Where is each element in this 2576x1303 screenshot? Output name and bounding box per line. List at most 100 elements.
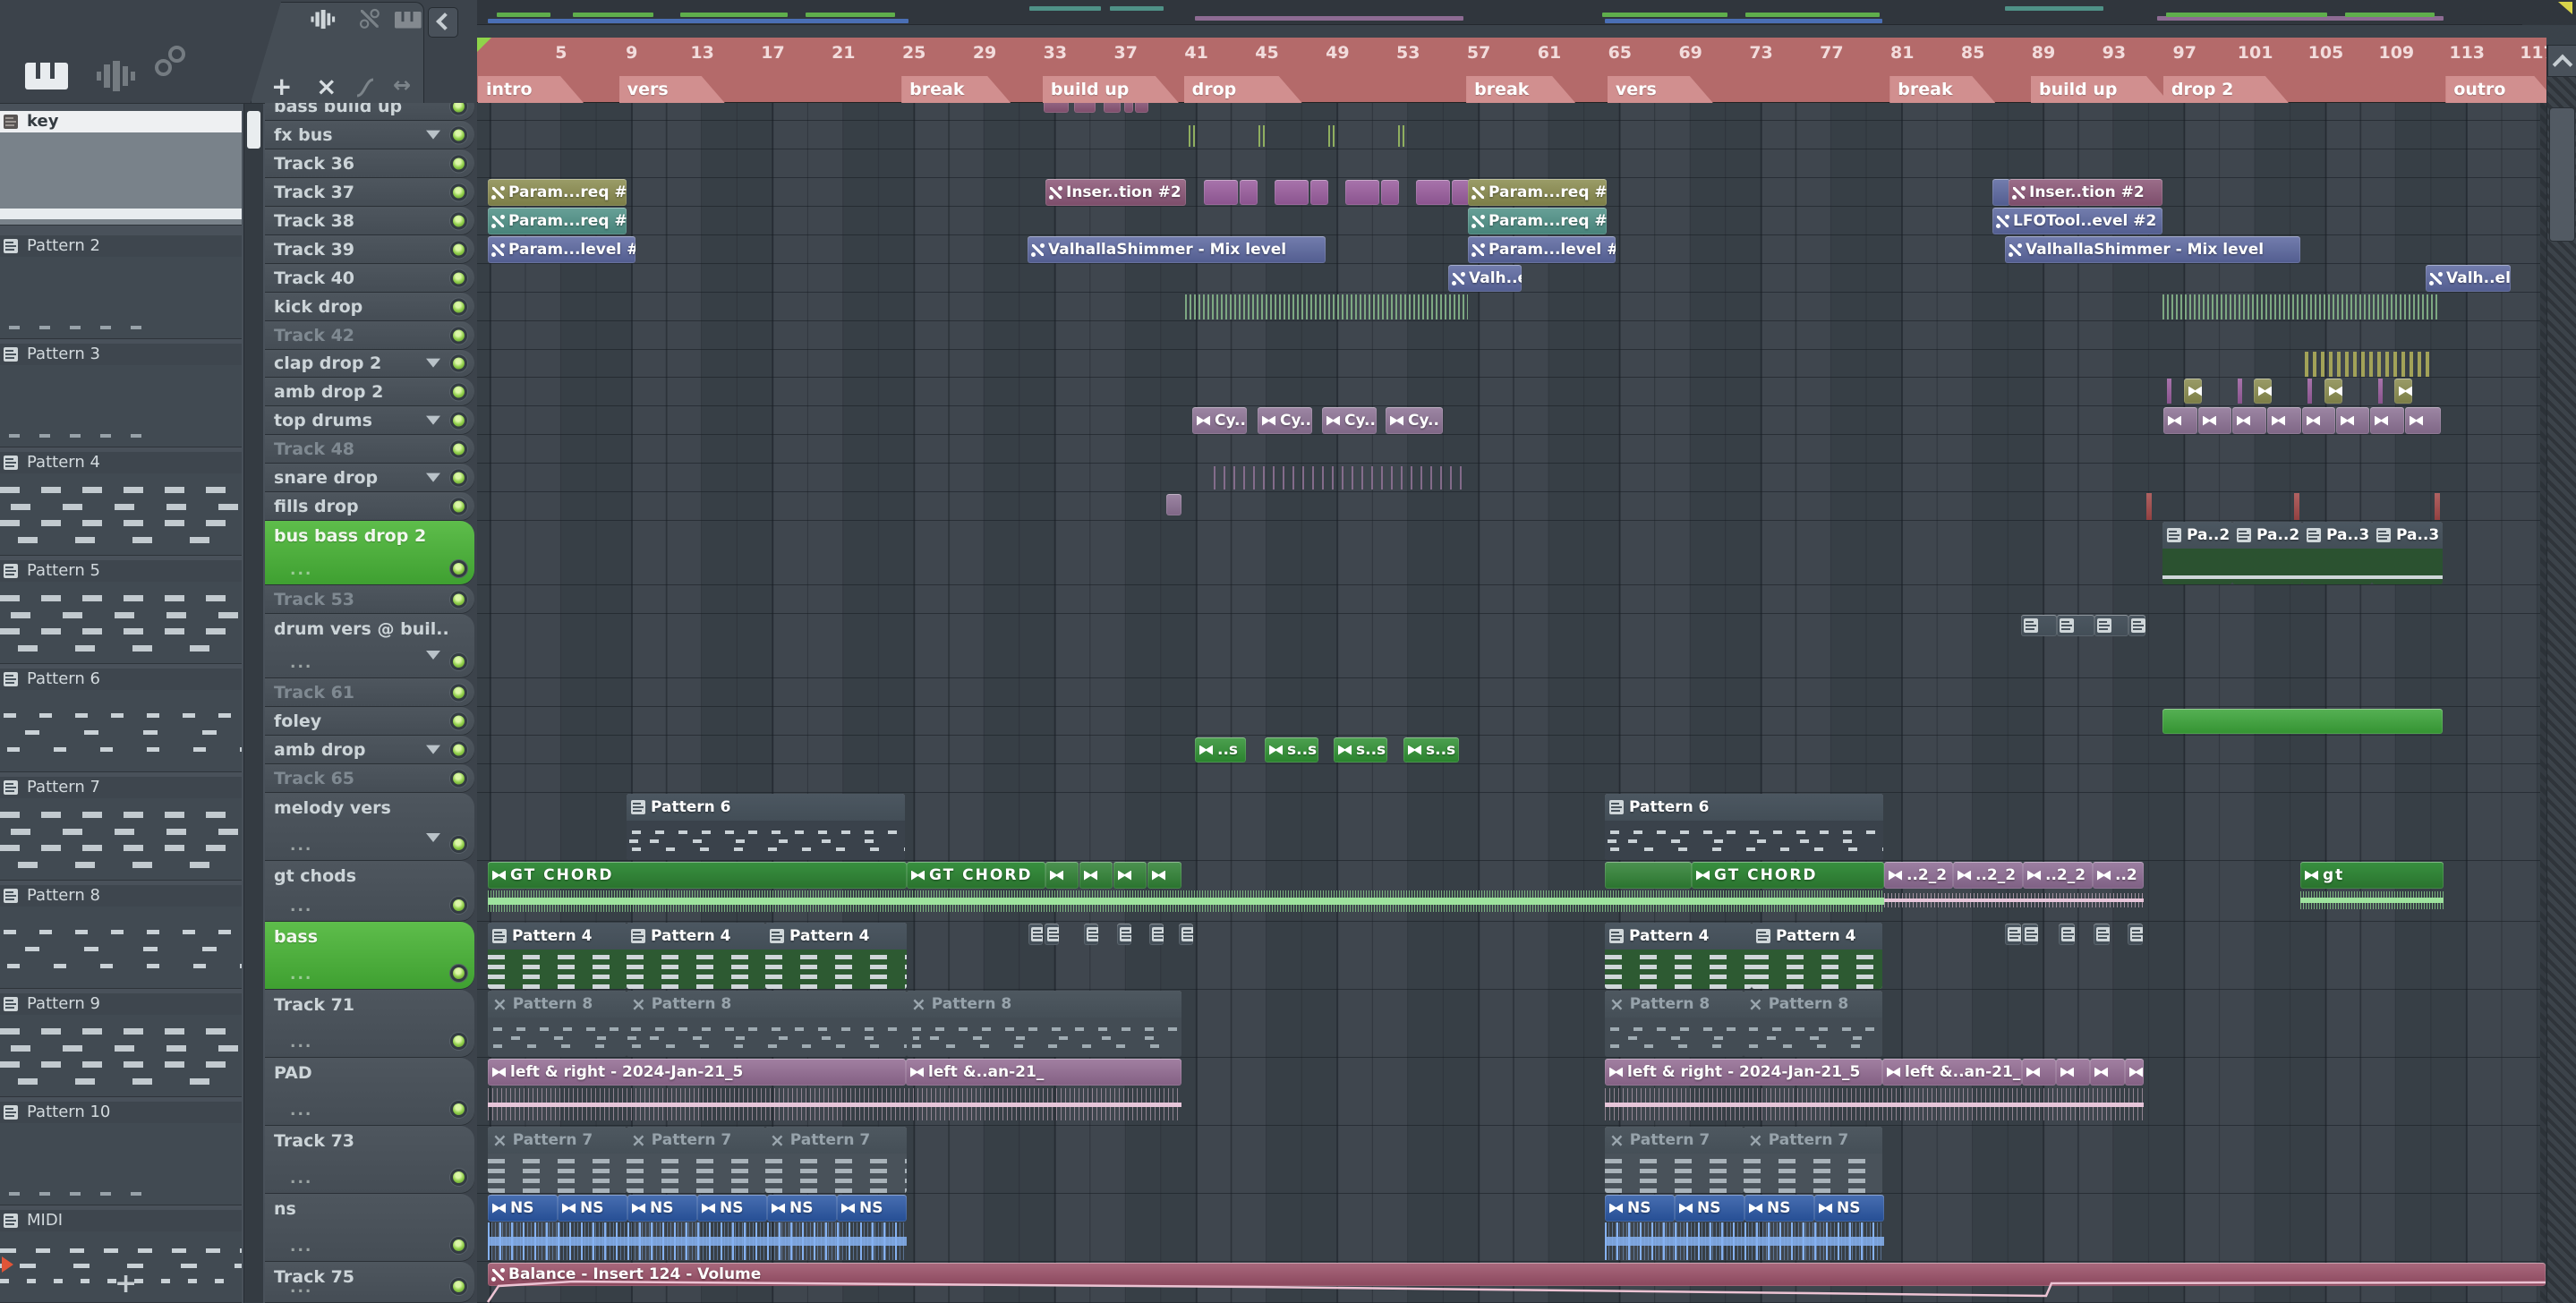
track-row[interactable]: snare drop [265, 464, 474, 491]
playlist-overview-strip[interactable] [477, 0, 2522, 25]
solid-clip[interactable] [1605, 862, 1692, 889]
muted-pattern-clip[interactable]: × Pattern 7 [627, 1127, 765, 1193]
track-row[interactable]: amb drop [265, 736, 474, 763]
playlist-lane[interactable] [477, 149, 2540, 178]
audio-clip[interactable]: left &..an-21_ [1882, 1059, 2022, 1086]
pattern-clip[interactable]: Pattern 4 [627, 923, 765, 989]
audio-clip[interactable]: ..2_2 [1953, 862, 2023, 889]
audio-clip[interactable]: NS [488, 1195, 558, 1222]
automation-clip[interactable]: Param...req #2 [1468, 179, 1607, 206]
audio-clip[interactable]: Cy.. [1258, 407, 1312, 434]
mute-led[interactable] [450, 1237, 467, 1254]
mute-led[interactable] [450, 741, 467, 758]
pattern-clip-mini[interactable] [2021, 615, 2057, 636]
sidebar-scrollbar-handle[interactable] [247, 111, 260, 149]
audio-clip-mini[interactable] [2198, 407, 2231, 434]
automation-clip[interactable]: LFOTool..evel #2 [1992, 208, 2162, 234]
audio-clip-mini[interactable] [2184, 379, 2202, 404]
audio-clip[interactable]: GT CHORD [1692, 862, 1884, 889]
muted-pattern-clip[interactable]: × Pattern 8 [1744, 991, 1882, 1057]
pattern-item[interactable]: key [0, 111, 242, 132]
audio-clip-mini[interactable] [1147, 862, 1181, 889]
pattern-clip-mini[interactable] [1149, 924, 1164, 945]
track-row[interactable]: drum vers @ buil..... [265, 614, 474, 677]
pattern-clip[interactable]: Pa..3 [2372, 522, 2443, 584]
pattern-item[interactable]: Pattern 9 [0, 993, 242, 1015]
audio-clip[interactable]: GT CHORD [488, 862, 907, 889]
track-row[interactable]: bass... [265, 922, 474, 989]
mute-led[interactable] [450, 155, 467, 172]
audio-clip[interactable]: ..2_2 [2023, 862, 2093, 889]
mute-led[interactable] [450, 383, 467, 400]
pattern-clip-mini[interactable] [2005, 924, 2021, 945]
audio-clip-mini[interactable] [2267, 407, 2301, 434]
tick-clip-group[interactable] [1214, 466, 1468, 490]
automation-clip[interactable]: ValhallaShimmer - Mix level [2005, 236, 2300, 263]
audio-clip-mini[interactable] [2232, 407, 2266, 434]
track-row[interactable]: Track 39 [265, 235, 474, 263]
playlist-lane[interactable] [477, 678, 2540, 707]
audio-clip-mini[interactable] [1113, 862, 1147, 889]
pattern-item[interactable]: MIDI [0, 1210, 242, 1231]
clip-sliver[interactable] [2294, 493, 2299, 520]
mute-led[interactable] [450, 1033, 467, 1050]
pattern-clip-mini[interactable] [2057, 615, 2094, 636]
pattern-item[interactable]: Pattern 7 [0, 777, 242, 798]
scroll-up-button[interactable] [2547, 45, 2576, 77]
playlist-lane[interactable] [477, 464, 2540, 492]
pattern-clip[interactable]: Pattern 4 [765, 923, 907, 989]
collapse-left-button[interactable] [428, 7, 458, 38]
audio-clip[interactable]: left & right - 2024-Jan-21_5 [488, 1059, 906, 1086]
automation-clip[interactable]: Valh..el [2426, 265, 2511, 292]
timeline-marker[interactable]: outro [2445, 76, 2557, 103]
track-row[interactable]: Track 42 [265, 321, 474, 349]
audio-clip-mini[interactable] [2056, 1059, 2090, 1086]
track-row[interactable]: ns... [265, 1194, 474, 1261]
clip-sliver[interactable] [2238, 379, 2242, 404]
pattern-clip[interactable]: Pa..2 [2232, 522, 2302, 584]
muted-pattern-clip[interactable]: × Pattern 8 [627, 991, 907, 1057]
clip-sliver[interactable] [2378, 379, 2383, 404]
audio-clip[interactable]: gt [2300, 862, 2444, 889]
mute-led[interactable] [450, 183, 467, 200]
audio-clip[interactable]: NS [1814, 1195, 1884, 1222]
tick-clip-group[interactable] [2162, 294, 2437, 319]
audio-clip-mini[interactable] [2125, 1059, 2144, 1086]
mute-led[interactable] [450, 298, 467, 315]
audio-clip[interactable]: s..s [1265, 737, 1318, 762]
tick-clip-group[interactable] [1189, 125, 1196, 147]
pattern-clip-mini[interactable] [1045, 924, 1059, 945]
tick-clip-group[interactable] [1185, 294, 1468, 319]
automation-clip-mini[interactable] [1345, 180, 1379, 205]
mute-led[interactable] [450, 560, 467, 577]
timeline-marker[interactable]: break [1466, 76, 1575, 103]
automation-clip[interactable]: Inser..tion #2 [2009, 179, 2162, 206]
mute-led[interactable] [450, 327, 467, 344]
audio-clip[interactable]: NS [837, 1195, 907, 1222]
timeline-marker[interactable]: drop [1184, 76, 1302, 103]
pattern-clip-mini[interactable] [1117, 924, 1131, 945]
automation-clip-mini[interactable] [1310, 180, 1328, 205]
audio-clip-mini[interactable] [2405, 407, 2441, 434]
slide-curve-icon[interactable] [355, 78, 375, 98]
audio-clip[interactable]: NS [1675, 1195, 1744, 1222]
audio-clip[interactable]: ..2_2 [1884, 862, 1953, 889]
audio-clip[interactable]: Cy.. [1192, 407, 1247, 434]
track-row[interactable]: fx bus [265, 121, 474, 149]
mute-led[interactable] [450, 212, 467, 229]
track-row[interactable]: bus bass drop 2... [265, 521, 474, 584]
track-row[interactable]: Track 53 [265, 585, 474, 613]
automation-clip-mini[interactable] [1204, 180, 1238, 205]
audio-clip-mini[interactable] [2394, 379, 2412, 404]
mute-led[interactable] [450, 269, 467, 286]
timeline-marker[interactable]: intro [478, 76, 584, 103]
mute-led[interactable] [450, 412, 467, 429]
timeline-marker[interactable]: vers [1608, 76, 1713, 103]
muted-pattern-clip[interactable]: × Pattern 7 [765, 1127, 907, 1193]
track-row[interactable]: Track 37 [265, 178, 474, 206]
mute-led[interactable] [450, 591, 467, 608]
timeline-marker[interactable]: drop 2 [2163, 76, 2289, 103]
muted-pattern-clip[interactable]: × Pattern 7 [1744, 1127, 1882, 1193]
playlist-lane[interactable] [477, 585, 2540, 614]
pattern-item[interactable]: Pattern 10 [0, 1102, 242, 1123]
